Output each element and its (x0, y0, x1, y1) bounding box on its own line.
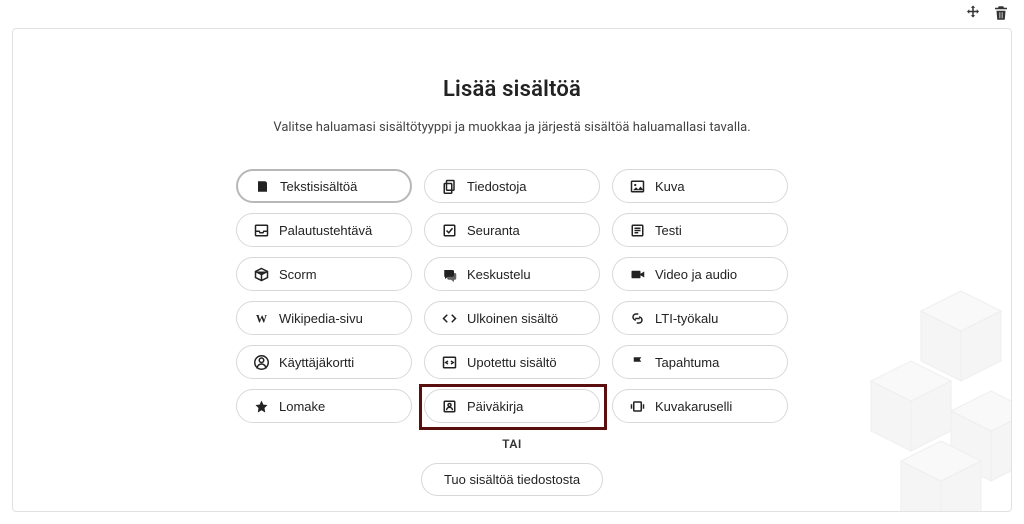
user-icon (253, 354, 269, 370)
content-type-grid: Tekstisisältöä Tiedostoja Kuva Palautusteht… (13, 169, 1011, 423)
contact-icon (441, 398, 457, 414)
content-type-label: Scorm (279, 267, 317, 282)
divider-or: TAI (13, 437, 1011, 451)
content-type-assignment[interactable]: Palautustehtävä (236, 213, 412, 247)
panel-title: Lisää sisältöä (13, 77, 1011, 102)
panel-toolbar (964, 4, 1010, 22)
content-type-form[interactable]: Lomake (236, 389, 412, 423)
content-type-label: Tekstisisältöä (280, 179, 357, 194)
import-row: Tuo sisältöä tiedostosta (13, 463, 1011, 496)
content-type-scorm[interactable]: Scorm (236, 257, 412, 291)
code-icon (441, 310, 457, 326)
content-type-lti[interactable]: LTI-työkalu (612, 301, 788, 335)
embed-icon (441, 354, 457, 370)
content-type-wikipedia[interactable]: Wikipedia-sivu (236, 301, 412, 335)
image-icon (629, 178, 645, 194)
content-type-label: Tapahtuma (655, 355, 719, 370)
content-type-label: Käyttäjäkortti (279, 355, 354, 370)
content-type-label: Palautustehtävä (279, 223, 372, 238)
list-icon (629, 222, 645, 238)
content-type-image[interactable]: Kuva (612, 169, 788, 203)
inbox-icon (253, 222, 269, 238)
wikipedia-icon (253, 310, 269, 326)
content-type-carousel[interactable]: Kuvakaruselli (612, 389, 788, 423)
content-type-video[interactable]: Video ja audio (612, 257, 788, 291)
flag-icon (629, 354, 645, 370)
content-type-discussion[interactable]: Keskustelu (424, 257, 600, 291)
content-type-files[interactable]: Tiedostoja (424, 169, 600, 203)
book-icon (254, 178, 270, 194)
content-type-external[interactable]: Ulkoinen sisältö (424, 301, 600, 335)
content-type-label: Lomake (279, 399, 325, 414)
import-from-file-button[interactable]: Tuo sisältöä tiedostosta (421, 463, 603, 496)
add-content-panel: Lisää sisältöä Valitse haluamasi sisältö… (12, 28, 1012, 512)
link-icon (629, 310, 645, 326)
content-type-diary[interactable]: Päiväkirja (424, 389, 600, 423)
checkbox-icon (441, 222, 457, 238)
content-type-label: Kuvakaruselli (655, 399, 732, 414)
trash-icon[interactable] (992, 4, 1010, 22)
chat-icon (441, 266, 457, 282)
package-icon (253, 266, 269, 282)
content-type-label: Video ja audio (655, 267, 737, 282)
content-type-label: LTI-työkalu (655, 311, 718, 326)
move-icon[interactable] (964, 4, 982, 22)
video-icon (629, 266, 645, 282)
content-type-label: Upotettu sisältö (467, 355, 557, 370)
content-type-label: Kuva (655, 179, 685, 194)
carousel-icon (629, 398, 645, 414)
content-type-text[interactable]: Tekstisisältöä (236, 169, 412, 203)
copy-icon (441, 178, 457, 194)
content-type-label: Wikipedia-sivu (279, 311, 363, 326)
content-type-usercard[interactable]: Käyttäjäkortti (236, 345, 412, 379)
content-type-embed[interactable]: Upotettu sisältö (424, 345, 600, 379)
panel-subtitle: Valitse haluamasi sisältötyyppi ja muokk… (13, 120, 1011, 135)
content-type-label: Seuranta (467, 223, 520, 238)
content-type-event[interactable]: Tapahtuma (612, 345, 788, 379)
content-type-label: Päiväkirja (467, 399, 523, 414)
content-type-label: Keskustelu (467, 267, 531, 282)
content-type-label: Testi (655, 223, 682, 238)
content-type-label: Ulkoinen sisältö (467, 311, 558, 326)
content-type-label: Tiedostoja (467, 179, 527, 194)
star-icon (253, 398, 269, 414)
content-type-tracking[interactable]: Seuranta (424, 213, 600, 247)
content-type-test[interactable]: Testi (612, 213, 788, 247)
